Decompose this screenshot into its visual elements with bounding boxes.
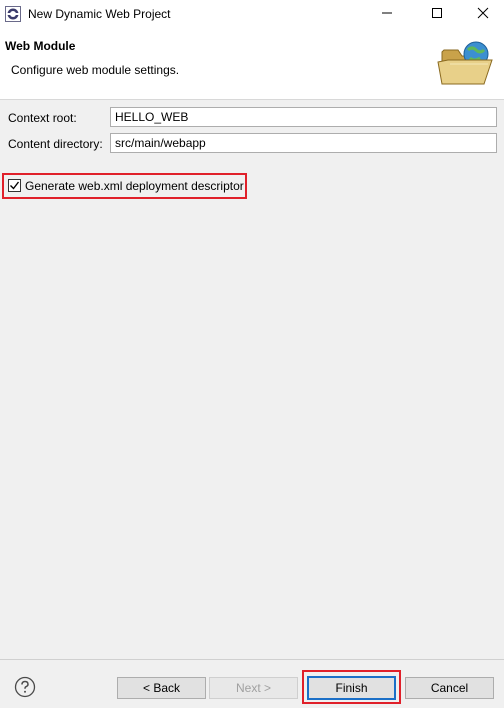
minimize-icon bbox=[381, 7, 393, 22]
generate-descriptor-checkbox[interactable] bbox=[8, 179, 21, 192]
minimize-button[interactable] bbox=[364, 0, 410, 28]
window-title: New Dynamic Web Project bbox=[28, 7, 171, 21]
context-root-label: Context root: bbox=[8, 111, 77, 125]
help-icon[interactable] bbox=[14, 676, 36, 698]
footer-separator bbox=[0, 659, 504, 660]
generate-descriptor-label[interactable]: Generate web.xml deployment descriptor bbox=[25, 179, 244, 193]
page-description: Configure web module settings. bbox=[11, 63, 180, 77]
maximize-button[interactable] bbox=[414, 0, 460, 28]
folder-globe-icon bbox=[436, 38, 496, 90]
title-bar: New Dynamic Web Project bbox=[0, 0, 504, 28]
generate-descriptor-option[interactable]: Generate web.xml deployment descriptor bbox=[2, 173, 247, 199]
close-button[interactable] bbox=[460, 0, 504, 28]
context-root-field[interactable]: HELLO_WEB bbox=[110, 107, 497, 127]
content-directory-field[interactable]: src/main/webapp bbox=[110, 133, 497, 153]
wizard-header: Web Module Configure web module settings… bbox=[0, 28, 504, 100]
back-button[interactable]: < Back bbox=[117, 677, 206, 699]
page-title: Web Module bbox=[5, 39, 76, 53]
maximize-icon bbox=[431, 7, 443, 22]
close-icon bbox=[477, 7, 489, 22]
eclipse-icon bbox=[5, 6, 21, 22]
cancel-button[interactable]: Cancel bbox=[405, 677, 494, 699]
content-directory-label: Content directory: bbox=[8, 137, 103, 151]
next-button[interactable]: Next > bbox=[209, 677, 298, 699]
finish-button[interactable]: Finish bbox=[307, 676, 396, 700]
